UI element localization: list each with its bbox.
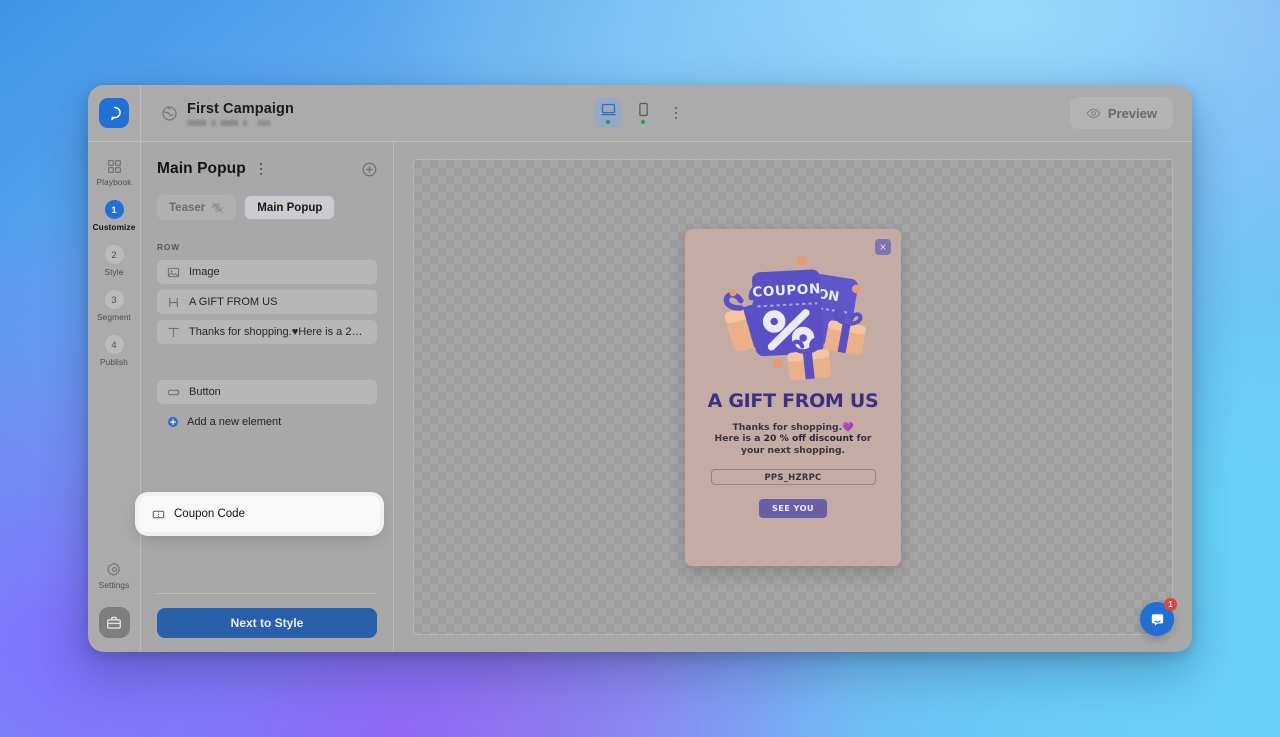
- eye-slash-icon: [212, 202, 224, 213]
- desktop-status-dot: [606, 120, 610, 124]
- popup-preview: ON COUPON A GIFT FROM US Thanks for shop…: [685, 228, 901, 566]
- left-rail: Playbook 1 Customize 2 Style 3 Segment 4…: [88, 142, 141, 652]
- step-number-3: 3: [104, 290, 124, 309]
- step-number-1: 1: [104, 200, 124, 219]
- list-item-heading[interactable]: A GIFT FROM US: [157, 290, 377, 314]
- sidebar-step-style[interactable]: 2 Style: [88, 245, 141, 277]
- mobile-icon: [638, 102, 648, 117]
- grid-icon: [107, 159, 121, 174]
- tab-teaser-label: Teaser: [169, 201, 206, 214]
- tab-main-popup[interactable]: Main Popup: [244, 195, 336, 220]
- coupon-code-field[interactable]: PPS_HZRPC: [710, 468, 876, 485]
- app-window: First Campaign Preview Playbook 1 Custom…: [88, 85, 1192, 652]
- row-section-label: ROW: [157, 242, 181, 252]
- tab-teaser[interactable]: Teaser: [157, 195, 237, 220]
- list-item-image-label: Image: [189, 266, 220, 278]
- image-icon: [167, 267, 180, 277]
- sidebar-step-publish[interactable]: 4 Publish: [88, 335, 141, 367]
- chat-widget-button[interactable]: 1: [1140, 598, 1177, 636]
- popup-heading: A GIFT FROM US: [707, 389, 879, 412]
- popup-cta-button[interactable]: SEE YOU: [759, 498, 827, 518]
- sidebar-item-playbook-label: Playbook: [96, 177, 132, 187]
- coupon-icon: [152, 510, 165, 518]
- briefcase-icon[interactable]: [98, 607, 130, 638]
- preview-button[interactable]: Preview: [1069, 97, 1173, 129]
- add-new-element-button[interactable]: Add a new element: [157, 416, 377, 428]
- list-item-coupon-code-label: Coupon Code: [174, 508, 245, 520]
- add-new-element-label: Add a new element: [187, 416, 282, 428]
- list-item-button[interactable]: Button: [157, 380, 377, 404]
- sidebar-step-customize-label: Customize: [92, 222, 136, 232]
- list-item-image[interactable]: Image: [157, 260, 377, 284]
- tab-main-popup-label: Main Popup: [257, 201, 323, 214]
- step-number-2: 2: [104, 245, 124, 264]
- next-to-style-button[interactable]: Next to Style: [157, 608, 377, 638]
- sidebar-step-customize[interactable]: 1 Customize: [88, 200, 141, 232]
- sidebar-step-segment-label: Segment: [97, 312, 131, 322]
- device-toggle-group: [595, 98, 685, 128]
- canvas-area: ON COUPON A GIFT FROM US Thanks for shop…: [394, 142, 1192, 652]
- list-item-text-label: Thanks for shopping.♥Here is a 20 % off …: [189, 326, 367, 338]
- page-title: First Campaign: [187, 100, 294, 117]
- text-icon: [168, 327, 179, 337]
- panel-divider: [157, 593, 377, 594]
- device-toggle-desktop[interactable]: [595, 98, 621, 128]
- popup-body-line2-post: for: [853, 433, 872, 445]
- brand-slot: [88, 85, 141, 141]
- panel-add-icon[interactable]: [362, 162, 377, 177]
- sidebar-step-publish-label: Publish: [100, 357, 128, 367]
- coupon-gift-illustration: ON COUPON: [723, 255, 866, 381]
- top-bar: First Campaign Preview: [88, 85, 1192, 142]
- eye-icon: [1086, 108, 1101, 118]
- mobile-status-dot: [641, 120, 645, 124]
- brand-logo-icon[interactable]: [99, 98, 129, 128]
- element-rows-list: Image A GIFT FROM US Thanks for shopping…: [157, 260, 377, 404]
- kebab-menu-icon[interactable]: [667, 100, 685, 126]
- sidebar-item-settings-label: Settings: [98, 580, 130, 590]
- desktop-icon: [600, 103, 616, 116]
- chat-bubble-icon: [1151, 613, 1163, 626]
- chat-unread-badge: 1: [1164, 598, 1177, 611]
- close-icon[interactable]: [875, 238, 891, 255]
- sidebar-item-settings[interactable]: Settings: [88, 562, 141, 590]
- app-body: Playbook 1 Customize 2 Style 3 Segment 4…: [88, 142, 1192, 652]
- list-item-heading-label: A GIFT FROM US: [189, 296, 278, 308]
- device-toggle-mobile[interactable]: [630, 98, 656, 128]
- list-item-coupon-code[interactable]: Coupon Code: [139, 496, 380, 532]
- popup-body-line1: Thanks for shopping.: [732, 421, 843, 433]
- popup-body-discount: 20 % off discount: [763, 433, 854, 445]
- globe-icon: [162, 105, 177, 121]
- heading-icon: [169, 297, 178, 307]
- step-number-4: 4: [104, 335, 124, 354]
- campaign-subtitle-redacted: [187, 119, 275, 126]
- popup-body-line2-pre: Here is a: [714, 433, 764, 445]
- sidebar-item-playbook[interactable]: Playbook: [88, 159, 141, 187]
- gear-icon: [106, 562, 120, 576]
- popup-body-text: Thanks for shopping.💜 Here is a 20 % off…: [715, 422, 872, 457]
- popup-step-tabs: Teaser Main Popup: [157, 195, 377, 220]
- heart-icon: 💜: [842, 421, 854, 433]
- plus-circle-icon: [168, 417, 178, 427]
- list-item-button-label: Button: [189, 386, 221, 398]
- sidebar-step-segment[interactable]: 3 Segment: [88, 290, 141, 322]
- elements-panel: Main Popup Teaser Main Popup ROW Image A…: [139, 142, 394, 652]
- panel-title: Main Popup: [157, 160, 246, 177]
- list-item-text[interactable]: Thanks for shopping.♥Here is a 20 % off …: [157, 320, 377, 344]
- panel-kebab-menu-icon[interactable]: [254, 160, 268, 178]
- panel-header: Main Popup: [157, 160, 377, 178]
- button-icon: [167, 389, 180, 395]
- sidebar-step-style-label: Style: [104, 267, 124, 277]
- campaign-info[interactable]: First Campaign: [161, 101, 294, 126]
- popup-body-line3: your next shopping.: [740, 445, 846, 457]
- preview-button-label: Preview: [1107, 105, 1157, 121]
